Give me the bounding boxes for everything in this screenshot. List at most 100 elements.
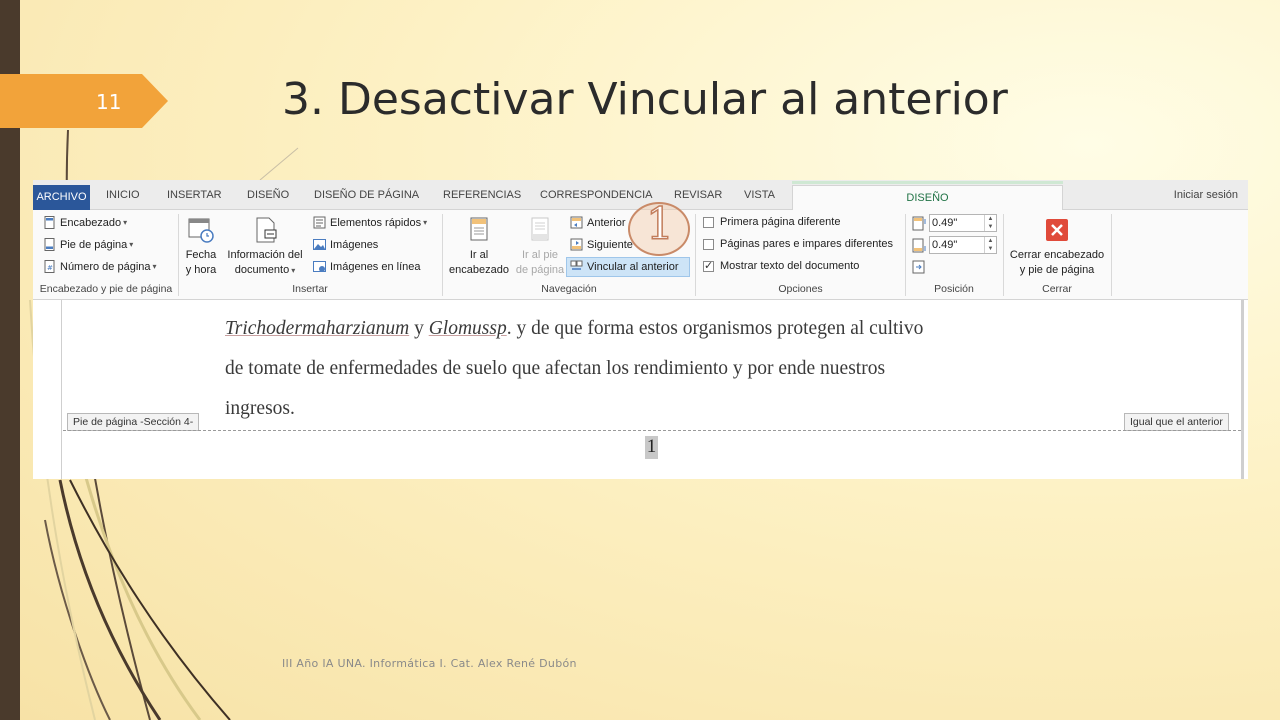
group-label-navigation: Navegación xyxy=(541,283,597,295)
slide-footer: III Año IA UNA. Informática I. Cat. Alex… xyxy=(282,657,577,670)
tab-revisar[interactable]: REVISAR xyxy=(674,189,722,201)
previous-label: Anterior xyxy=(587,216,626,229)
close-x-icon xyxy=(1046,219,1068,241)
group-separator xyxy=(1111,214,1112,296)
go-to-header-button[interactable]: Ir al encabezado xyxy=(446,216,512,278)
link-to-previous-label: Vincular al anterior xyxy=(587,260,679,273)
next-button[interactable]: Siguiente xyxy=(570,238,633,251)
tab-vista[interactable]: VISTA xyxy=(744,189,775,201)
spinner-arrows-icon[interactable]: ▲ ▼ xyxy=(984,215,996,231)
date-time-line2: y hora xyxy=(185,264,217,276)
checkbox-unchecked xyxy=(703,216,714,228)
group-label-header-footer: Encabezado y pie de página xyxy=(39,283,173,295)
pictures-label: Imágenes xyxy=(330,238,379,251)
quick-parts-dropdown[interactable]: Elementos rápidos ▾ xyxy=(313,216,427,229)
quick-parts-label: Elementos rápidos xyxy=(330,216,422,229)
link-to-previous-button[interactable]: Vincular al anterior xyxy=(570,260,679,273)
checkbox-checked xyxy=(703,259,714,272)
show-document-text-label: Mostrar texto del documento xyxy=(720,260,860,272)
picture-icon xyxy=(313,239,326,250)
date-time-line1: Fecha xyxy=(185,249,217,261)
go-to-header-line2: encabezado xyxy=(449,264,509,276)
insert-alignment-tab-icon[interactable] xyxy=(912,260,926,274)
line2: de tomate de enfermedades de suelo que a… xyxy=(225,358,886,379)
link-chain-icon xyxy=(570,260,583,270)
page-number-label: Número de página xyxy=(60,260,151,273)
document-info-button[interactable]: Información del documento ▾ xyxy=(223,216,307,278)
footer-boundary-line xyxy=(63,430,1241,431)
go-to-header-icon xyxy=(470,217,488,241)
tab-insertar[interactable]: INSERTAR xyxy=(167,189,222,201)
go-to-footer-line1: Ir al pie xyxy=(521,249,559,261)
footer-page-icon xyxy=(44,238,55,251)
word-y: y xyxy=(414,318,424,339)
page-left-edge xyxy=(61,300,62,479)
group-label-insert: Insertar xyxy=(292,283,328,295)
document-info-icon xyxy=(256,217,277,243)
calendar-clock-icon xyxy=(188,218,214,243)
previous-section-icon xyxy=(570,216,583,229)
pictures-button[interactable]: Imágenes xyxy=(313,238,378,251)
go-to-footer-icon xyxy=(531,217,549,241)
slide-number: 11 xyxy=(96,90,122,114)
footer-dropdown[interactable]: Pie de página ▾ xyxy=(43,238,133,251)
species-name-1: Trichodermaharzianum xyxy=(225,318,410,339)
slide-number-tab xyxy=(0,74,168,128)
document-info-line1: Información del xyxy=(227,249,303,261)
header-page-icon xyxy=(44,216,55,229)
different-first-page-label: Primera página diferente xyxy=(720,216,841,228)
next-section-icon xyxy=(570,238,583,251)
page-number-dropdown[interactable]: # Número de página ▾ xyxy=(43,260,157,273)
header-label: Encabezado xyxy=(60,216,122,229)
header-position-icon xyxy=(912,216,926,231)
online-picture-icon xyxy=(313,261,326,272)
tab-inicio[interactable]: INICIO xyxy=(106,189,140,201)
different-odd-even-checkbox[interactable]: Páginas pares e impares diferentes xyxy=(703,238,893,250)
page-right-edge xyxy=(1241,300,1244,479)
footer-position-icon xyxy=(912,238,926,253)
quick-parts-icon xyxy=(313,216,326,229)
header-from-top-spinner[interactable]: 0.49" ▲ ▼ xyxy=(929,214,997,232)
tab-diseno-de-pagina[interactable]: DISEÑO DE PÁGINA xyxy=(314,189,419,201)
tab-diseno-active[interactable]: DISEÑO xyxy=(792,185,1063,211)
svg-text:#: # xyxy=(47,264,53,272)
online-pictures-label: Imágenes en línea xyxy=(330,260,421,273)
header-from-top-value: 0.49" xyxy=(932,217,958,229)
header-footer-tools-strip xyxy=(792,181,1063,184)
slide-title: 3. Desactivar Vincular al anterior xyxy=(282,74,1008,125)
same-as-previous-label: Igual que el anterior xyxy=(1124,413,1229,431)
online-pictures-button[interactable]: Imágenes en línea xyxy=(313,260,421,273)
tab-correspondencia[interactable]: CORRESPONDENCIA xyxy=(540,189,652,201)
different-odd-even-label: Páginas pares e impares diferentes xyxy=(720,238,894,250)
tab-archivo[interactable]: ARCHIVO xyxy=(33,185,90,210)
group-label-close: Cerrar xyxy=(1042,283,1072,295)
sign-in-link[interactable]: Iniciar sesión xyxy=(1174,189,1238,201)
footer-page-number[interactable]: 1 xyxy=(645,436,658,459)
step-callout-number: 1 xyxy=(645,198,675,251)
group-label-options: Opciones xyxy=(778,283,823,295)
close-header-footer-line2: y pie de página xyxy=(1019,264,1095,276)
go-to-footer-line2: de página xyxy=(515,264,565,276)
different-first-page-checkbox[interactable]: Primera página diferente xyxy=(703,216,840,228)
close-header-footer-button[interactable]: Cerrar encabezado y pie de página xyxy=(1005,216,1109,278)
previous-button[interactable]: Anterior xyxy=(570,216,626,229)
document-info-line2: documento xyxy=(234,264,290,276)
document-body-text[interactable]: Trichodermaharzianum y Glomussp. y de qu… xyxy=(225,309,1077,429)
line1-rest: . y de que forma estos organismos proteg… xyxy=(506,318,924,339)
show-document-text-checkbox[interactable]: Mostrar texto del documento xyxy=(703,259,860,272)
next-label: Siguiente xyxy=(587,238,633,251)
footer-from-bottom-spinner[interactable]: 0.49" ▲ ▼ xyxy=(929,236,997,254)
go-to-footer-button[interactable]: Ir al pie de página xyxy=(513,216,567,278)
tab-diseno[interactable]: DISEÑO xyxy=(247,189,289,201)
footer-label: Pie de página xyxy=(60,238,128,251)
document-area: Trichodermaharzianum y Glomussp. y de qu… xyxy=(33,300,1248,479)
footer-from-bottom-value: 0.49" xyxy=(932,239,958,251)
header-dropdown[interactable]: Encabezado ▾ xyxy=(43,216,127,229)
go-to-header-line1: Ir al xyxy=(469,249,489,261)
ribbon-tab-bar: ARCHIVO INICIO INSERTAR DISEÑO DISEÑO DE… xyxy=(33,180,1248,211)
spinner-arrows-icon[interactable]: ▲ ▼ xyxy=(984,237,996,253)
checkbox-unchecked xyxy=(703,238,714,250)
date-time-button[interactable]: Fecha y hora xyxy=(183,216,219,278)
page-number-icon: # xyxy=(44,260,55,273)
tab-referencias[interactable]: REFERENCIAS xyxy=(443,189,521,201)
